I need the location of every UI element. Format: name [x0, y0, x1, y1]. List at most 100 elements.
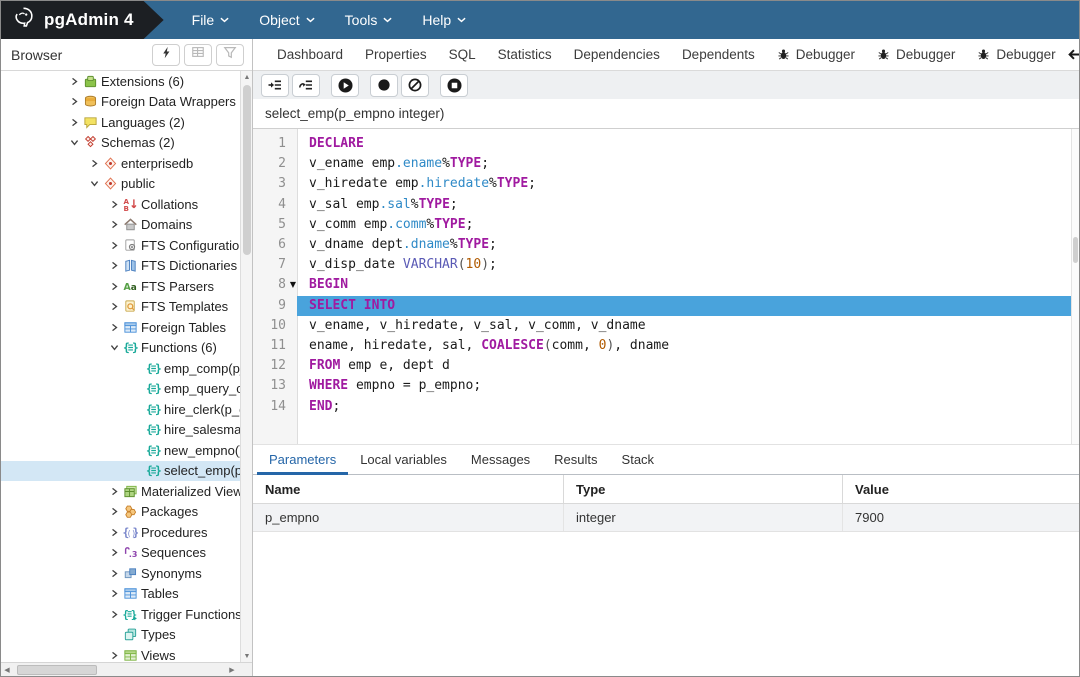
pane-tab-parameters[interactable]: Parameters: [257, 445, 349, 475]
chevron-right-icon[interactable]: [107, 220, 121, 229]
code-editor[interactable]: 1 DECLARE 2 v_ename emp.ename%TYPE; 3 v_hired…: [253, 129, 1079, 444]
chevron-right-icon[interactable]: [67, 97, 81, 106]
chevron-right-icon[interactable]: [107, 548, 121, 557]
line-number[interactable]: 4: [253, 195, 297, 215]
chevron-down-icon[interactable]: [67, 138, 81, 147]
tree-vertical-scrollbar[interactable]: ▲ ▼: [240, 71, 252, 662]
tree-item-foreign-tables[interactable]: Foreign Tables: [1, 317, 240, 338]
chevron-right-icon[interactable]: [107, 589, 121, 598]
tree-item-foreign-data-wrappers-2[interactable]: Foreign Data Wrappers (2: [1, 92, 240, 113]
line-number[interactable]: 10: [253, 316, 297, 336]
tree-item-emp-query-cal[interactable]: {}emp_query_cal: [1, 379, 241, 400]
chevron-right-icon[interactable]: [107, 528, 121, 537]
chevron-right-icon[interactable]: [107, 302, 121, 311]
chevron-right-icon[interactable]: [107, 487, 121, 496]
tab-dashboard[interactable]: Dashboard: [266, 39, 354, 70]
scroll-right-icon[interactable]: ▶: [226, 663, 238, 676]
tab-sql[interactable]: SQL: [438, 39, 487, 70]
column-header-type[interactable]: Type: [564, 475, 843, 503]
tree-item-collations[interactable]: A B Collations: [1, 194, 240, 215]
pane-tab-local-variables[interactable]: Local variables: [348, 445, 459, 474]
tree-item-tables[interactable]: Tables: [1, 584, 240, 605]
tree-item-packages[interactable]: Packages: [1, 502, 240, 523]
line-number[interactable]: 14: [253, 397, 297, 417]
tab-debugger-7[interactable]: Debugger: [866, 39, 966, 70]
tab-debugger-6[interactable]: Debugger: [766, 39, 866, 70]
toggle-breakpoint-button[interactable]: [370, 73, 398, 97]
code-line-14[interactable]: 14 END;: [253, 397, 1071, 417]
tab-statistics[interactable]: Statistics: [487, 39, 563, 70]
line-number[interactable]: 3: [253, 174, 297, 194]
continue-button[interactable]: [331, 73, 359, 97]
code-line-4[interactable]: 4 v_sal emp.sal%TYPE;: [253, 195, 1071, 215]
tree-item-fts-templates[interactable]: FTS Templates: [1, 297, 240, 318]
editor-vscroll-thumb[interactable]: [1073, 237, 1078, 263]
pane-tab-messages[interactable]: Messages: [459, 445, 542, 474]
scroll-up-icon[interactable]: ▲: [241, 71, 252, 83]
tree-item-extensions-6[interactable]: Extensions (6): [1, 71, 240, 92]
line-number[interactable]: 9: [253, 296, 297, 316]
line-number[interactable]: 6: [253, 235, 297, 255]
scroll-left-icon[interactable]: ◀: [1, 663, 13, 676]
clear-breakpoints-button[interactable]: [401, 73, 429, 97]
tree-item-public[interactable]: public: [1, 174, 240, 195]
tree-item-enterprisedb[interactable]: enterprisedb: [1, 153, 240, 174]
chevron-right-icon[interactable]: [107, 651, 121, 660]
stop-button[interactable]: [440, 73, 468, 97]
chevron-right-icon[interactable]: [107, 282, 121, 291]
line-number[interactable]: 7: [253, 255, 297, 275]
chevron-right-icon[interactable]: [67, 77, 81, 86]
tree-item-languages-2[interactable]: Languages (2): [1, 112, 240, 133]
chevron-right-icon[interactable]: [107, 323, 121, 332]
chevron-right-icon[interactable]: [67, 118, 81, 127]
tree-item-hire-salesman[interactable]: {}hire_salesman(: [1, 420, 241, 441]
tab-dependents[interactable]: Dependents: [671, 39, 766, 70]
menu-help[interactable]: Help: [422, 12, 466, 28]
code-line-3[interactable]: 3 v_hiredate emp.hiredate%TYPE;: [253, 174, 1071, 194]
pane-tab-stack[interactable]: Stack: [610, 445, 667, 474]
table-row[interactable]: p_empno integer 7900: [253, 504, 1079, 532]
scroll-down-icon[interactable]: ▼: [241, 650, 252, 662]
tree-item-hire-clerk-p-en[interactable]: {}hire_clerk(p_en: [1, 399, 241, 420]
code-line-13[interactable]: 13 WHERE empno = p_empno;: [253, 376, 1071, 396]
code-line-12[interactable]: 12 FROM emp e, dept d: [253, 356, 1071, 376]
tree-horizontal-scrollbar[interactable]: ◀ ▶: [1, 662, 252, 676]
line-number[interactable]: 11: [253, 336, 297, 356]
tree-item-fts-configurations[interactable]: FTS Configurations: [1, 235, 240, 256]
tab-dependencies[interactable]: Dependencies: [563, 39, 671, 70]
chevron-right-icon[interactable]: [107, 610, 121, 619]
tree-item-materialized-views[interactable]: Materialized Views: [1, 481, 240, 502]
tree-item-procedures[interactable]: {}()Procedures: [1, 522, 240, 543]
tree-item-select-emp-p-e[interactable]: {}select_emp(p_e: [1, 460, 240, 481]
chevron-right-icon[interactable]: [107, 200, 121, 209]
tree-item-domains[interactable]: Domains: [1, 215, 240, 236]
chevron-down-icon[interactable]: [107, 343, 121, 352]
chevron-down-icon[interactable]: [87, 179, 101, 188]
line-number[interactable]: 12: [253, 356, 297, 376]
line-number[interactable]: 13: [253, 376, 297, 396]
code-line-5[interactable]: 5 v_comm emp.comm%TYPE;: [253, 215, 1071, 235]
chevron-right-icon[interactable]: [107, 569, 121, 578]
tab-properties[interactable]: Properties: [354, 39, 438, 70]
line-number[interactable]: 1: [253, 134, 297, 154]
column-header-name[interactable]: Name: [253, 475, 564, 503]
tree-item-types[interactable]: Types: [1, 625, 240, 646]
line-number[interactable]: 8 ▼: [253, 275, 297, 295]
code-line-2[interactable]: 2 v_ename emp.ename%TYPE;: [253, 154, 1071, 174]
menu-tools[interactable]: Tools: [345, 12, 393, 28]
filter-button[interactable]: [216, 43, 244, 66]
dependencies-grid-button[interactable]: [184, 43, 212, 66]
tree-item-new-empno[interactable]: {}new_empno(): [1, 440, 241, 461]
editor-vertical-scrollbar[interactable]: [1071, 129, 1079, 444]
step-over-button[interactable]: [292, 73, 320, 97]
tree-item-synonyms[interactable]: Synonyms: [1, 563, 240, 584]
menu-object[interactable]: Object: [259, 12, 315, 28]
scroll-tabs-left-button[interactable]: [1067, 47, 1079, 62]
tree-item-schemas-2[interactable]: Schemas (2): [1, 133, 240, 154]
line-number[interactable]: 2: [253, 154, 297, 174]
menu-file[interactable]: File: [192, 12, 230, 28]
tree-item-fts-parsers[interactable]: Aa FTS Parsers: [1, 276, 240, 297]
code-line-11[interactable]: 11 ename, hiredate, sal, COALESCE(comm, 0…: [253, 336, 1071, 356]
quick-search-button[interactable]: [152, 43, 180, 66]
tree-item-fts-dictionaries[interactable]: FTS Dictionaries: [1, 256, 240, 277]
